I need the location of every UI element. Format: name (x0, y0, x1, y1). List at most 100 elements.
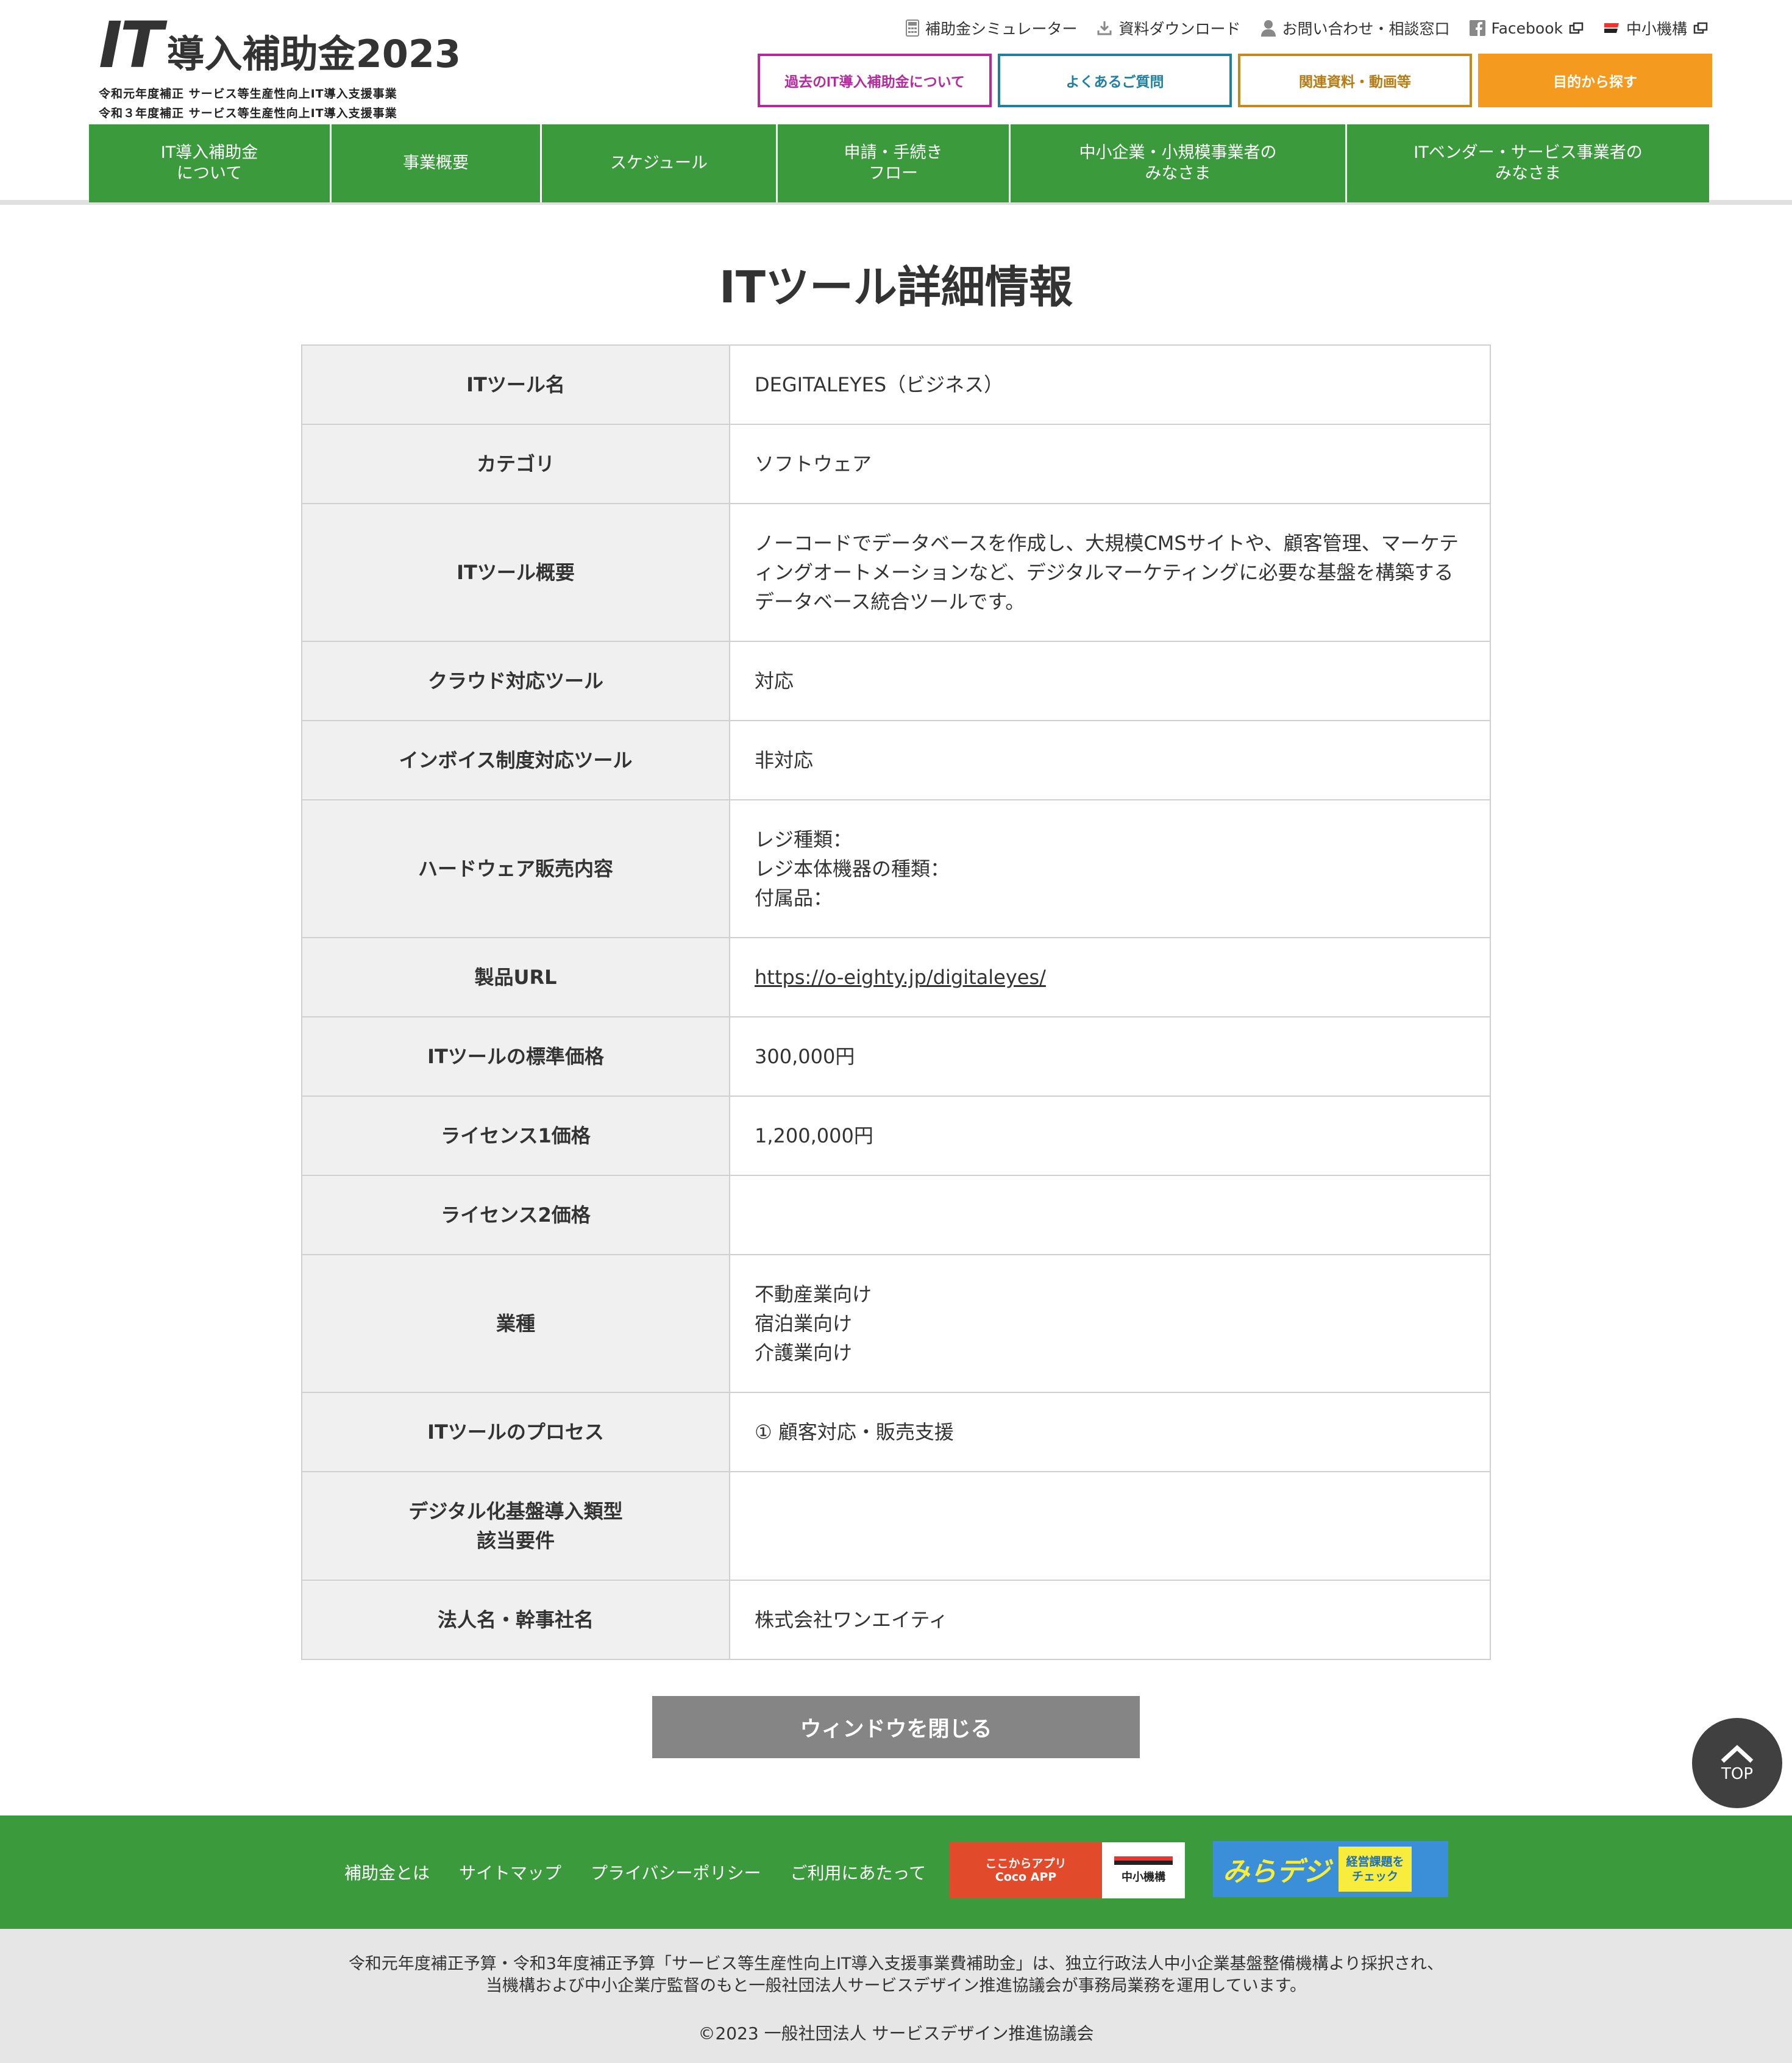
coco-app-subtitle: Coco APP (995, 1870, 1057, 1884)
table-row: クラウド対応ツール 対応 (301, 641, 1491, 721)
table-row: デジタル化基盤導入類型 該当要件 (301, 1471, 1491, 1581)
quick-buttons: 過去のIT導入補助金について よくあるご質問 関連資料・動画等 目的から探す (758, 54, 1712, 107)
smrj-logo-icon (1604, 23, 1619, 33)
person-icon (1260, 20, 1276, 37)
miradeji-banner[interactable]: みらデジ 経営課題を チェック (1213, 1841, 1448, 1897)
table-row: ライセンス2価格 (301, 1175, 1491, 1255)
row-label-invoice: インボイス制度対応ツール (301, 720, 730, 800)
row-value-hardware: レジ種類： レジ本体機器の種類： 付属品： (729, 799, 1491, 938)
row-value-overview: ノーコードでデータベースを作成し、大規模CMSサイトや、顧客管理、マーケテ ィン… (729, 503, 1491, 642)
site-logo[interactable]: IT 導入補助金2023 令和元年度補正 サービス等生産性向上IT導入支援事業 … (99, 13, 461, 123)
footer-link-terms[interactable]: ご利用にあたって (790, 1860, 926, 1884)
related-docs-button[interactable]: 関連資料・動画等 (1238, 54, 1472, 107)
util-label-download: 資料ダウンロード (1118, 20, 1241, 38)
util-link-facebook[interactable]: Facebook (1469, 20, 1584, 37)
util-link-simulator[interactable]: 補助金シミュレーター (905, 17, 1078, 39)
util-label-contact: お問い合わせ・相談窓口 (1282, 20, 1450, 38)
util-label-simulator: 補助金シミュレーター (925, 20, 1078, 38)
row-label-url: 製品URL (301, 937, 730, 1017)
row-label-license1: ライセンス1価格 (301, 1096, 730, 1176)
coco-app-banner-left: ここからアプリ Coco APP (950, 1842, 1102, 1898)
row-label-overview: ITツール概要 (301, 503, 730, 642)
footer-link-about[interactable]: 補助金とは (344, 1860, 430, 1884)
coco-app-title: ここからアプリ (985, 1857, 1067, 1870)
row-value-invoice: 非対応 (729, 720, 1491, 800)
footer-link-sitemap[interactable]: サイトマップ (459, 1860, 561, 1884)
calculator-icon (905, 20, 919, 37)
chevron-up-icon (1721, 1745, 1754, 1763)
footer-nav: 補助金とは サイトマップ プライバシーポリシー ご利用にあたって (0, 1815, 1792, 1929)
table-row: ハードウェア販売内容 レジ種類： レジ本体機器の種類： 付属品： (301, 799, 1491, 938)
row-value-category: ソフトウェア (729, 424, 1491, 504)
back-to-top-button[interactable]: TOP (1692, 1718, 1782, 1808)
row-value-digital-base (729, 1471, 1491, 1581)
row-label-hardware: ハードウェア販売内容 (301, 799, 730, 938)
util-link-contact[interactable]: お問い合わせ・相談窓口 (1260, 17, 1450, 39)
table-row: ITツールの標準価格 300,000円 (301, 1016, 1491, 1097)
table-row: 業種 不動産業向け 宿泊業向け 介護業向け (301, 1254, 1491, 1393)
gnav-item-about[interactable]: IT導入補助金 について (89, 124, 332, 202)
gnav-item-sme[interactable]: 中小企業・小規模事業者の みなさま (1011, 124, 1347, 202)
facebook-icon (1469, 20, 1485, 36)
footer-note: 令和元年度補正予算・令和3年度補正予算「サービス等生産性向上IT導入支援事業費補… (348, 1954, 1444, 1995)
gnav-item-overview[interactable]: 事業概要 (332, 124, 542, 202)
row-value-process: ① 顧客対応・販売支援 (729, 1392, 1491, 1472)
row-label-digital-base: デジタル化基盤導入類型 該当要件 (301, 1471, 730, 1581)
row-label-license2: ライセンス2価格 (301, 1175, 730, 1255)
copyright: ©2023 一般社団法人 サービスデザイン推進協議会 (698, 2023, 1094, 2043)
util-link-smrj[interactable]: 中小機構 (1603, 17, 1708, 39)
miradeji-tag: 経営課題を チェック (1339, 1847, 1412, 1892)
search-by-purpose-button[interactable]: 目的から探す (1478, 54, 1712, 107)
table-row: インボイス制度対応ツール 非対応 (301, 720, 1491, 800)
tool-detail-table: ITツール名 DEGITALEYES（ビジネス） カテゴリ ソフトウェア ITツ… (301, 344, 1491, 1660)
utility-nav: 補助金シミュレーター 資料ダウンロード お問い合わせ・相談窓口 Facebook… (905, 17, 1708, 39)
row-value-cloud: 対応 (729, 641, 1491, 721)
miradeji-logo-text: みらデジ (1223, 1856, 1330, 1887)
faq-button[interactable]: よくあるご質問 (998, 54, 1232, 107)
smrj-stripe-icon (1114, 1856, 1173, 1865)
row-value-license2 (729, 1175, 1491, 1255)
footer-link-privacy[interactable]: プライバシーポリシー (591, 1860, 761, 1884)
gnav-item-flow[interactable]: 申請・手続き フロー (778, 124, 1011, 202)
site-header: IT 導入補助金2023 令和元年度補正 サービス等生産性向上IT導入支援事業 … (0, 0, 1792, 205)
footer-bottom: 令和元年度補正予算・令和3年度補正予算「サービス等生産性向上IT導入支援事業費補… (0, 1929, 1792, 2063)
table-row: 法人名・幹事社名 株式会社ワンエイティ (301, 1580, 1491, 1660)
footer-links: 補助金とは サイトマップ プライバシーポリシー ご利用にあたって (344, 1815, 926, 1929)
logo-title-text: 導入補助金2023 (166, 32, 461, 76)
row-label-company: 法人名・幹事社名 (301, 1580, 730, 1660)
external-link-icon (1693, 22, 1708, 34)
row-value-standard-price: 300,000円 (729, 1016, 1491, 1097)
row-label-industry: 業種 (301, 1254, 730, 1393)
table-row: ITツールのプロセス ① 顧客対応・販売支援 (301, 1392, 1491, 1472)
smrj-banner-logo: 中小機構 (1102, 1842, 1185, 1898)
logo-subtitle-1: 令和元年度補正 サービス等生産性向上IT導入支援事業 (99, 87, 397, 101)
row-label-tool-name: ITツール名 (301, 344, 730, 425)
row-value-company: 株式会社ワンエイティ (729, 1580, 1491, 1660)
gnav-item-vendor[interactable]: ITベンダー・サービス事業者の みなさま (1347, 124, 1709, 202)
row-value-license1: 1,200,000円 (729, 1096, 1491, 1176)
close-window-button[interactable]: ウィンドウを閉じる (652, 1696, 1140, 1758)
global-nav: IT導入補助金 について 事業概要 スケジュール 申請・手続き フロー 中小企業… (89, 124, 1709, 202)
util-label-smrj: 中小機構 (1626, 20, 1687, 38)
external-link-icon (1569, 22, 1584, 34)
row-value-industry: 不動産業向け 宿泊業向け 介護業向け (729, 1254, 1491, 1393)
row-label-standard-price: ITツールの標準価格 (301, 1016, 730, 1097)
logo-it-text: IT (99, 8, 163, 82)
product-url-link[interactable]: https://o-eighty.jp/digitaleyes/ (755, 966, 1046, 989)
back-to-top-label: TOP (1721, 1765, 1754, 1783)
row-label-category: カテゴリ (301, 424, 730, 504)
table-row: ライセンス1価格 1,200,000円 (301, 1096, 1491, 1176)
util-link-download[interactable]: 資料ダウンロード (1097, 17, 1241, 39)
row-label-cloud: クラウド対応ツール (301, 641, 730, 721)
table-row: ITツール概要 ノーコードでデータベースを作成し、大規模CMSサイトや、顧客管理… (301, 503, 1491, 642)
gnav-item-schedule[interactable]: スケジュール (542, 124, 778, 202)
logo-subtitle-2: 令和３年度補正 サービス等生産性向上IT導入支援事業 (99, 107, 397, 120)
coco-app-banner[interactable]: ここからアプリ Coco APP 中小機構 (950, 1842, 1185, 1898)
row-value-tool-name: DEGITALEYES（ビジネス） (729, 344, 1491, 425)
page-title: ITツール詳細情報 (719, 262, 1073, 313)
table-row: カテゴリ ソフトウェア (301, 424, 1491, 504)
row-label-process: ITツールのプロセス (301, 1392, 730, 1472)
row-value-url: https://o-eighty.jp/digitaleyes/ (729, 937, 1491, 1017)
past-subsidy-button[interactable]: 過去のIT導入補助金について (758, 54, 992, 107)
download-icon (1097, 21, 1112, 35)
